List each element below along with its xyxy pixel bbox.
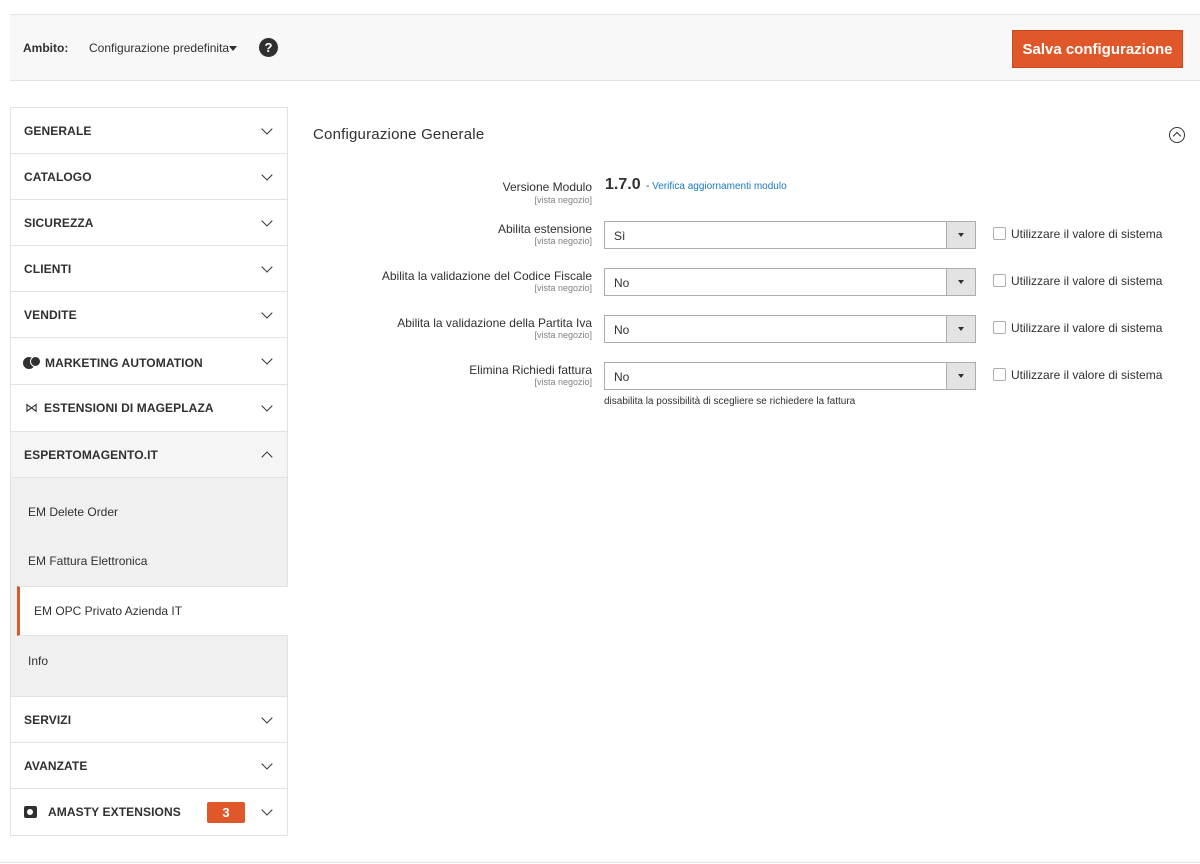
select-value: No xyxy=(614,276,630,290)
field-label: Abilita la validazione della Partita Iva xyxy=(397,316,592,330)
remove-invoice-request-select[interactable]: No xyxy=(604,362,976,390)
use-system-label[interactable]: Utilizzare il valore di sistema xyxy=(1011,368,1162,382)
partita-iva-select[interactable]: No xyxy=(604,315,976,343)
field-label: Abilita la validazione del Codice Fiscal… xyxy=(381,269,592,283)
link-text[interactable]: Verifica aggiornamenti modulo xyxy=(652,181,787,192)
sidebar-item-em-opc-privato-azienda[interactable]: EM OPC Privato Azienda IT xyxy=(17,586,288,636)
use-system-checkbox[interactable] xyxy=(993,274,1006,287)
scope-label: Ambito: xyxy=(23,41,69,55)
tab-label: AMASTY EXTENSIONS xyxy=(48,805,181,819)
save-config-button[interactable]: Salva configurazione xyxy=(1012,30,1183,68)
config-sidebar: GENERALE CATALOGO SICUREZZA CLIENTI VEND… xyxy=(10,107,288,836)
use-system-checkbox[interactable] xyxy=(993,368,1006,381)
scope-switcher[interactable]: Configurazione predefinita xyxy=(89,41,229,55)
check-updates-link[interactable]: - Verifica aggiornamenti modulo xyxy=(646,181,787,192)
tab-mageplaza[interactable]: ⋈ ESTENSIONI DI MAGEPLAZA xyxy=(11,385,287,432)
tab-catalogo[interactable]: CATALOGO xyxy=(11,154,287,200)
select-value: Sì xyxy=(614,229,626,243)
chevron-down-icon xyxy=(261,711,273,724)
chevron-up-icon xyxy=(261,450,273,463)
tab-marketing-automation[interactable]: MARKETING AUTOMATION xyxy=(11,338,287,385)
notification-badge: 3 xyxy=(207,802,245,823)
tab-espertomagento[interactable]: ESPERTOMAGENTO.IT xyxy=(11,432,287,478)
tab-label: CATALOGO xyxy=(24,169,92,184)
scope-hint: [vista negozio] xyxy=(534,195,592,205)
codice-fiscale-select[interactable]: No xyxy=(604,268,976,296)
footer-divider xyxy=(0,862,1200,863)
use-system-checkbox[interactable] xyxy=(993,321,1006,334)
collapse-icon[interactable] xyxy=(1169,127,1185,143)
tab-clienti[interactable]: CLIENTI xyxy=(11,246,287,292)
tab-amasty-extensions[interactable]: AMASTY EXTENSIONS 3 xyxy=(11,789,287,835)
sidebar-item-info[interactable]: Info xyxy=(11,636,287,696)
chevron-down-icon xyxy=(261,214,273,227)
dropdown-arrow-icon[interactable] xyxy=(946,363,975,389)
tab-sicurezza[interactable]: SICUREZZA xyxy=(11,200,287,246)
tab-label: CLIENTI xyxy=(24,261,72,276)
mageplaza-icon: ⋈ xyxy=(25,400,38,415)
field-label: Elimina Richiedi fattura xyxy=(469,363,592,377)
use-system-label[interactable]: Utilizzare il valore di sistema xyxy=(1011,274,1162,288)
chevron-down-icon xyxy=(261,400,273,412)
tab-label: ESTENSIONI DI MAGEPLAZA xyxy=(44,401,214,415)
chevron-down-icon xyxy=(261,353,273,365)
use-system-label[interactable]: Utilizzare il valore di sistema xyxy=(1011,321,1162,335)
field-label: Versione Modulo xyxy=(502,180,592,194)
tab-label: SICUREZZA xyxy=(24,215,94,230)
use-system-label[interactable]: Utilizzare il valore di sistema xyxy=(1011,227,1162,241)
tab-vendite[interactable]: VENDITE xyxy=(11,292,287,338)
tab-label: GENERALE xyxy=(24,123,92,138)
scope-hint: [vista negozio] xyxy=(534,236,592,246)
espertomagento-items: EM Delete Order EM Fattura Elettronica E… xyxy=(11,478,288,697)
chevron-down-icon xyxy=(261,804,273,816)
version-value: 1.7.0 xyxy=(605,176,641,193)
scope-hint: [vista negozio] xyxy=(534,377,592,387)
scope-bar: Ambito: Configurazione predefinita ? Sal… xyxy=(10,14,1200,81)
use-system-checkbox[interactable] xyxy=(993,227,1006,240)
sidebar-item-em-delete-order[interactable]: EM Delete Order xyxy=(11,478,287,536)
chevron-down-icon xyxy=(261,260,273,273)
field-label: Abilita estensione xyxy=(497,222,592,236)
chevron-down-icon xyxy=(261,757,273,770)
section-title[interactable]: Configurazione Generale xyxy=(313,126,484,143)
select-value: No xyxy=(614,323,630,337)
dropdown-arrow-icon[interactable] xyxy=(946,222,975,248)
dropdown-arrow-icon[interactable] xyxy=(946,316,975,342)
enable-extension-select[interactable]: Sì xyxy=(604,221,976,249)
help-icon[interactable]: ? xyxy=(259,38,278,57)
chevron-down-icon xyxy=(261,122,273,135)
field-note: disabilita la possibilità di scegliere s… xyxy=(604,396,856,407)
chevron-down-icon xyxy=(261,306,273,319)
dropdown-arrow-icon[interactable] xyxy=(946,269,975,295)
tab-label: AVANZATE xyxy=(24,758,88,773)
chevron-down-icon xyxy=(261,168,273,181)
tab-label: VENDITE xyxy=(24,307,77,322)
amasty-icon xyxy=(24,806,37,818)
tab-label: MARKETING AUTOMATION xyxy=(45,356,203,370)
tab-label: ESPERTOMAGENTO.IT xyxy=(24,447,158,462)
scope-hint: [vista negozio] xyxy=(534,283,592,293)
tab-avanzate[interactable]: AVANZATE xyxy=(11,743,287,789)
marketing-automation-icon xyxy=(23,356,41,370)
tab-servizi[interactable]: SERVIZI xyxy=(11,697,287,743)
sidebar-item-em-fattura-elettronica[interactable]: EM Fattura Elettronica xyxy=(11,536,287,586)
tab-label: SERVIZI xyxy=(24,712,72,727)
scope-hint: [vista negozio] xyxy=(534,330,592,340)
link-prefix: - xyxy=(646,181,650,192)
select-value: No xyxy=(614,370,630,384)
tab-generale[interactable]: GENERALE xyxy=(11,108,287,154)
caret-down-icon[interactable] xyxy=(229,46,237,51)
